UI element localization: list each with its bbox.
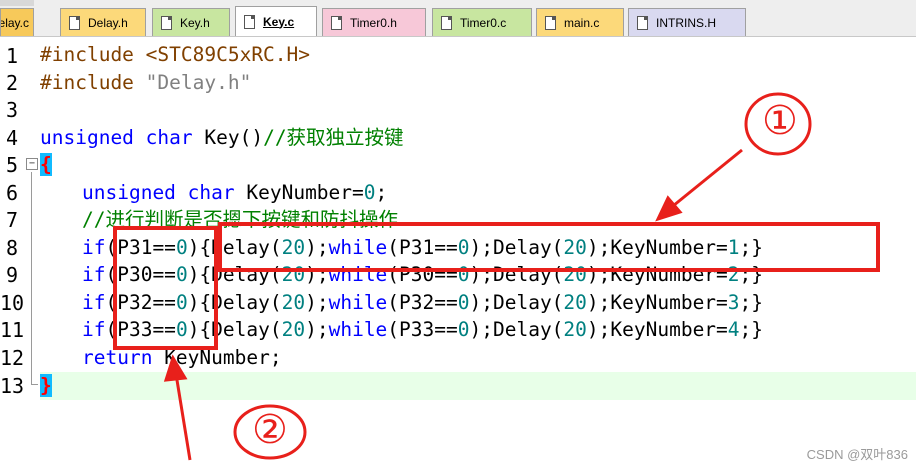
annotation-label-2: ② [252,407,288,453]
watermark: CSDN @双叶836 [806,447,908,462]
annotation-arrow-1 [655,148,743,222]
annotation-arrow-2 [163,354,192,461]
annotation-overlay [163,92,812,461]
annotation-label-1: ① [762,98,798,144]
